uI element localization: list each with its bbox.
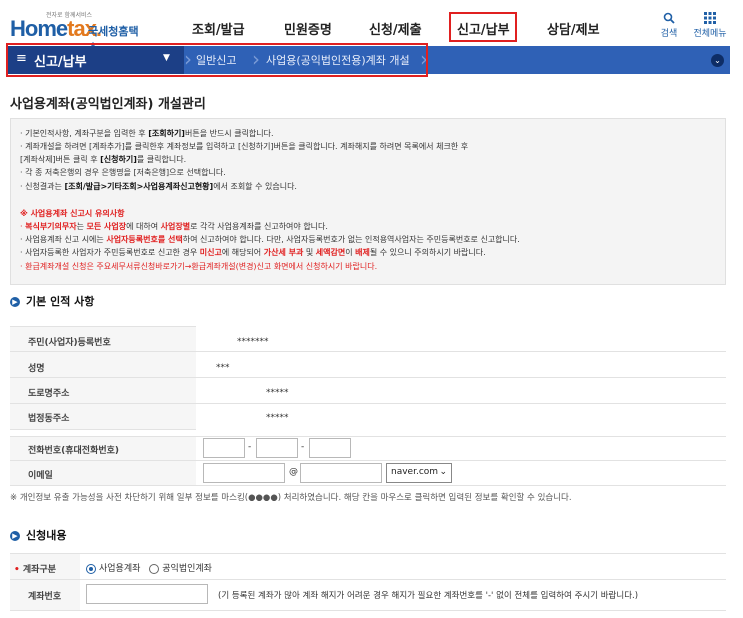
email-domain-input[interactable] <box>300 463 382 483</box>
warning-line-4: · 환급계좌개설 신청은 주요세무서류신청바로가기→환급계좌개설(변경)신고 화… <box>20 262 378 271</box>
all-menu-label: 전체메뉴 <box>693 29 727 39</box>
bullet-arrow-icon: ▶ <box>10 297 20 307</box>
phone-separator: - <box>248 442 252 452</box>
warning-title: ※ 사업용계좌 신고시 유의사항 <box>20 209 125 218</box>
warning-line-3: · 사업자등록한 사업자가 주민등록번호로 신고한 경우 미신고에 해당되어 가… <box>20 248 486 257</box>
notice-line-2: · 계좌개설을 하려면 [계좌추가]를 클릭한후 계좌정보를 입력하고 [신청하… <box>20 142 469 151</box>
phone-part-2-input[interactable] <box>256 438 298 458</box>
road-address-label: 도로명주소 <box>28 389 70 399</box>
phone-separator: - <box>301 442 305 452</box>
radio-unchecked-icon <box>149 563 160 574</box>
chevron-down-icon[interactable]: ⌄ <box>711 54 724 67</box>
bullet-arrow-icon: ▶ <box>10 531 20 541</box>
all-menu-button[interactable]: 전체메뉴 <box>690 12 730 39</box>
account-type-radio-group: 사업용계좌 공익법인계좌 <box>86 561 212 574</box>
road-address-value[interactable]: ***** <box>266 388 289 398</box>
search-icon <box>657 12 681 26</box>
phone-part-1-input[interactable] <box>203 438 245 458</box>
menu-consult-report[interactable]: 상담/제보 <box>547 19 600 38</box>
radio-public-interest-account[interactable]: 공익법인계좌 <box>149 563 212 574</box>
menu-inquiry-issue[interactable]: 조회/발급 <box>192 19 245 38</box>
email-domain-select[interactable]: naver.com ⌄ <box>386 463 452 483</box>
notice-line-3: [계좌삭제]버튼 클릭 후 [신청하기]를 클릭합니다. <box>20 155 187 164</box>
menu-apply-submit[interactable]: 신청/제출 <box>369 19 422 38</box>
hometax-logo[interactable]: 전자로 함께서비스 Hometax. 국세청홈택스 <box>8 10 148 54</box>
notice-line-5: · 신청결과는 [조회/발급>기타조회>사업용계좌신고현황]에서 조회할 수 있… <box>20 182 297 191</box>
name-label: 성명 <box>28 364 45 374</box>
menu-report-pay[interactable]: 신고/납부 <box>457 19 510 38</box>
chevron-down-icon: ⌄ <box>439 467 447 477</box>
lot-address-value[interactable]: ***** <box>266 413 289 423</box>
search-label: 검색 <box>660 29 678 39</box>
lot-address-label: 법정동주소 <box>28 414 70 424</box>
account-number-hint: (기 등록된 계좌가 많아 계좌 해지가 어려운 경우 해지가 필요한 계좌번호… <box>218 591 639 601</box>
phone-part-3-input[interactable] <box>309 438 351 458</box>
account-number-label: 계좌번호 <box>28 592 62 602</box>
radio-checked-icon <box>86 563 96 574</box>
notice-line-1: · 기본인적사항, 계좌구분을 입력한 후 [조회하기]버튼을 반드시 클릭합니… <box>20 129 274 138</box>
name-value[interactable]: *** <box>216 363 230 373</box>
phone-label: 전화번호(휴대전화번호) <box>28 446 120 456</box>
email-at-sign: @ <box>289 467 298 477</box>
email-id-input[interactable] <box>203 463 285 483</box>
apply-section-title: ▶ 신청내용 <box>10 527 66 543</box>
page-title: 사업용계좌(공익법인계좌) 개설관리 <box>10 97 206 112</box>
radio-business-account[interactable]: 사업용계좌 <box>86 563 140 574</box>
breadcrumb-highlight <box>6 43 428 77</box>
table-row-divider <box>196 326 726 352</box>
grid-menu-icon <box>690 12 730 26</box>
basic-info-section-title: ▶ 기본 인적 사항 <box>10 293 94 309</box>
email-label: 이메일 <box>28 471 53 481</box>
account-number-input[interactable] <box>86 584 208 604</box>
masking-note: ※ 개인정보 유출 가능성을 사전 차단하기 위해 일부 정보를 마스킹(●●●… <box>10 493 572 503</box>
warning-line-2: · 사업용계좌 신고 시에는 사업자등록번호를 선택하여 신고하여야 합니다. … <box>20 235 520 244</box>
warning-line-1: · 복식부기의무자는 모든 사업장에 대하여 사업장별로 각각 사업용계좌를 신… <box>20 222 328 231</box>
search-button[interactable]: 검색 <box>657 12 681 39</box>
menu-certificates[interactable]: 민원증명 <box>284 19 332 38</box>
notice-line-4: · 각 종 저축은행의 경우 은행명을 [저축은행]으로 선택합니다. <box>20 168 226 177</box>
account-type-label: • 계좌구분 <box>14 565 57 575</box>
table-row-divider <box>196 352 726 378</box>
id-number-label: 주민(사업자)등록번호 <box>28 338 111 348</box>
id-number-value[interactable]: ******* <box>237 337 269 347</box>
